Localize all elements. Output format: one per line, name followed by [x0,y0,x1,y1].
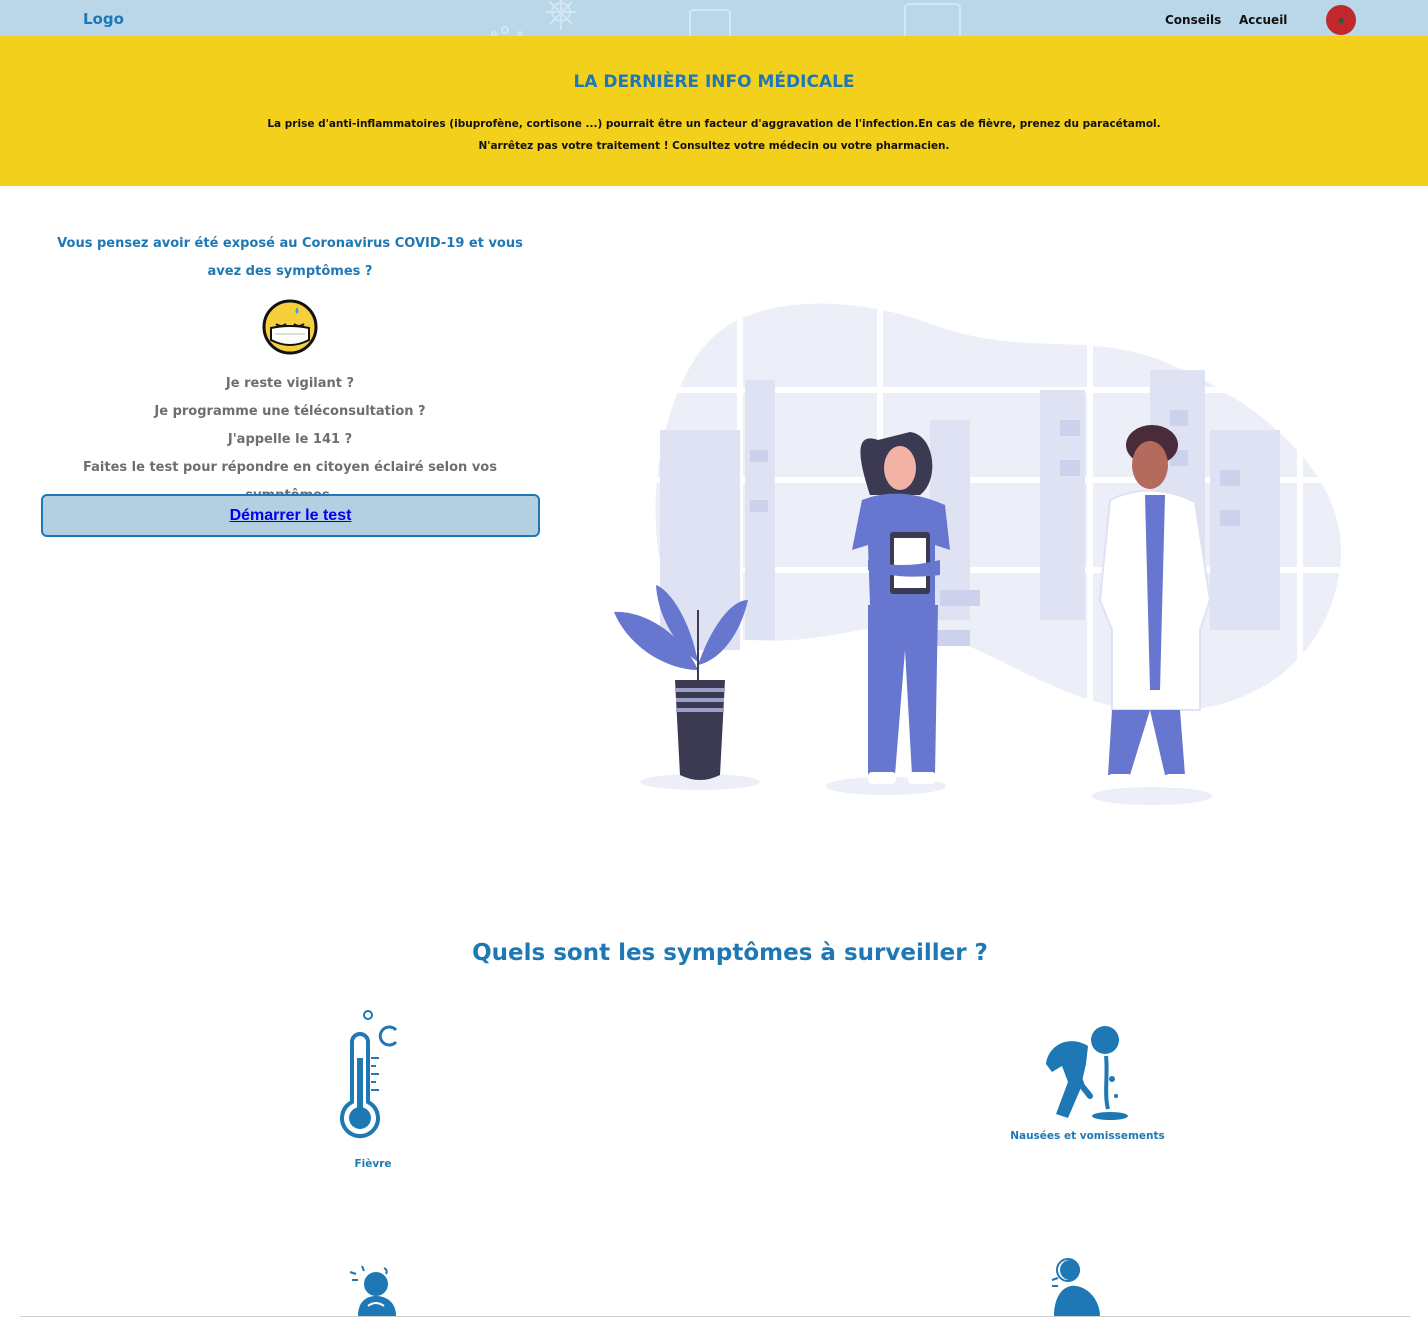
hero-line-vigilant: Je reste vigilant ? [225,376,355,391]
logo-link[interactable]: Logo [83,10,124,28]
morocco-flag-icon[interactable]: ★ [1326,5,1356,35]
masked-face-emoji-icon [262,299,318,355]
thermometer-icon [340,1010,398,1139]
hero-line-teleconsultation: Je programme une téléconsultation ? [154,404,426,419]
symptoms-title: Quels sont les symptômes à surveiller ? [472,940,988,966]
banner-text-line-2: N'arrêtez pas votre traitement ! Consult… [478,140,950,152]
nav-link-accueil[interactable]: Accueil [1239,13,1287,27]
medical-info-banner: LA DERNIÈRE INFO MÉDICALE La prise d'ant… [0,36,1428,186]
banner-title: LA DERNIÈRE INFO MÉDICALE [573,72,855,92]
page-bottom [0,1317,1428,1325]
doctors-illustration [614,270,1360,805]
start-test-label: Démarrer le test [229,506,352,524]
top-navbar: Logo Conseils Accueil ★ [0,0,1428,36]
symptom-nausees: Nausées et vomissements [1010,1024,1165,1142]
coughing-person-icon [1051,1258,1100,1316]
nav-link-conseils[interactable]: Conseils [1165,13,1221,27]
symptom-nausees-label: Nausées et vomissements [1010,1130,1165,1142]
symptom-partial-1 [346,1262,398,1322]
symptom-partial-2 [1050,1256,1104,1322]
hero-line-call-141: J'appelle le 141 ? [227,432,353,447]
start-test-button[interactable]: Démarrer le test [41,494,540,537]
symptom-fievre: Fièvre [323,1008,423,1170]
sick-person-icon [349,1265,396,1316]
symptom-fievre-label: Fièvre [354,1158,392,1170]
hero-lines: Je reste vigilant ? Je programme une tél… [40,370,540,510]
banner-text-line-1: La prise d'anti-inflammatoires (ibuprofè… [267,118,1161,130]
vomiting-person-icon [1045,1026,1128,1120]
hero-question: Vous pensez avoir été exposé au Coronavi… [57,236,523,279]
